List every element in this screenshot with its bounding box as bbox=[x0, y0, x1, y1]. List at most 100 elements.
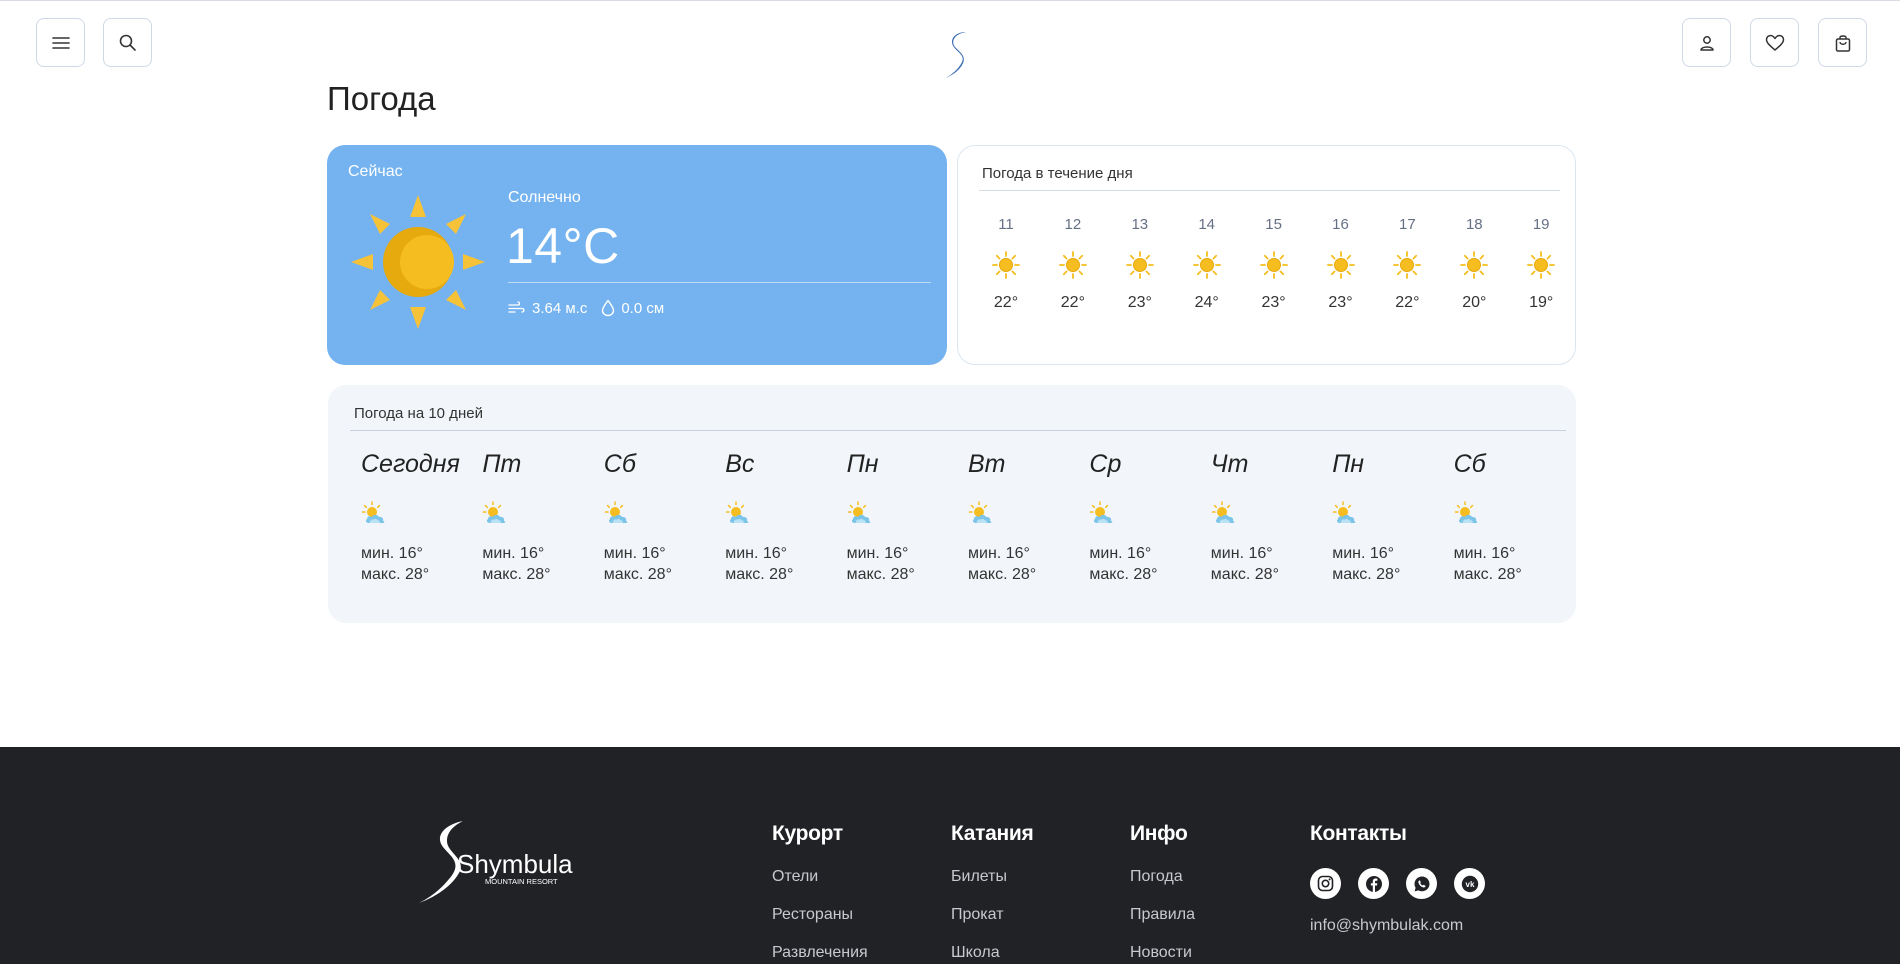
shopping-bag-icon bbox=[1835, 34, 1850, 52]
shymbulak-s-logo[interactable] bbox=[940, 28, 980, 80]
footer-link[interactable]: Правила bbox=[1130, 906, 1195, 924]
day-max-temperature: макс. 28° bbox=[846, 566, 915, 583]
footer-column-info: Инфо Погода Правила Новости bbox=[1130, 822, 1195, 964]
day-max-temperature: макс. 28° bbox=[1453, 566, 1522, 583]
day-name: Чт bbox=[1210, 450, 1249, 478]
hour-temperature: 20° bbox=[1462, 294, 1487, 311]
sun-icon bbox=[1526, 250, 1556, 280]
current-weather-card: Сейчас Солнечно 14°C 3.64 м.с 0.0 см bbox=[327, 145, 947, 365]
day-min-temperature: мин. 16° bbox=[361, 545, 423, 562]
hourly-item: 16 23° bbox=[1316, 216, 1366, 312]
day-max-temperature: макс. 28° bbox=[1210, 566, 1279, 583]
daily-forecast-item: Вс мин. 16° макс. 28° bbox=[725, 450, 840, 585]
whatsapp-icon bbox=[1414, 876, 1429, 891]
search-button[interactable] bbox=[103, 18, 152, 67]
day-max-temperature: макс. 28° bbox=[1089, 566, 1158, 583]
footer-link[interactable]: Погода bbox=[1130, 868, 1195, 886]
footer-link[interactable]: Билеты bbox=[951, 868, 1033, 886]
partly-cloudy-icon bbox=[968, 500, 996, 528]
day-min-temperature: мин. 16° bbox=[968, 545, 1030, 562]
wishlist-button[interactable] bbox=[1750, 18, 1799, 67]
hourly-item: 15 23° bbox=[1249, 216, 1299, 312]
partly-cloudy-icon bbox=[725, 500, 753, 528]
footer-logo-text: Shymbulak bbox=[457, 849, 573, 879]
partly-cloudy-icon bbox=[604, 500, 632, 528]
hourly-item: 12 22° bbox=[1048, 216, 1098, 312]
partly-cloudy-icon bbox=[1332, 500, 1360, 528]
current-meta: 3.64 м.с 0.0 см bbox=[508, 299, 664, 317]
partly-cloudy-icon bbox=[482, 500, 510, 528]
day-max-temperature: макс. 28° bbox=[361, 566, 430, 583]
current-temperature: 14°C bbox=[506, 218, 620, 274]
divider bbox=[350, 430, 1566, 431]
day-max-temperature: макс. 28° bbox=[968, 566, 1037, 583]
daily-forecast-item: Сб мин. 16° макс. 28° bbox=[1454, 450, 1569, 585]
hour-temperature: 19° bbox=[1529, 294, 1554, 311]
partly-cloudy-icon bbox=[361, 500, 389, 528]
footer-column-title: Контакты bbox=[1310, 822, 1407, 845]
account-button[interactable] bbox=[1682, 18, 1731, 67]
sun-icon bbox=[1259, 250, 1289, 280]
day-min-temperature: мин. 16° bbox=[1332, 545, 1395, 562]
daily-forecast-item: Пн мин. 16° макс. 28° bbox=[847, 450, 962, 585]
day-min-temperature: мин. 16° bbox=[725, 545, 788, 562]
footer-link[interactable]: Новости bbox=[1130, 944, 1195, 962]
sun-icon bbox=[1326, 250, 1356, 280]
day-name: Пн bbox=[846, 450, 879, 478]
cart-button[interactable] bbox=[1818, 18, 1867, 67]
partly-cloudy-icon bbox=[1454, 500, 1482, 528]
ten-day-forecast-card: Погода на 10 дней Сегодня мин. 16° макс. 2… bbox=[328, 385, 1576, 623]
footer-logo-subtext: MOUNTAIN RESORT bbox=[485, 877, 558, 886]
sun-icon bbox=[1459, 250, 1489, 280]
footer-link[interactable]: Школа bbox=[951, 944, 1033, 962]
hour-time: 19 bbox=[1532, 216, 1550, 233]
day-max-temperature: макс. 28° bbox=[603, 566, 672, 583]
hour-time: 12 bbox=[1064, 216, 1082, 233]
daily-forecast-item: Пн мин. 16° макс. 28° bbox=[1332, 450, 1447, 585]
search-icon bbox=[119, 34, 136, 51]
menu-button[interactable] bbox=[36, 18, 85, 67]
hour-temperature: 22° bbox=[1395, 294, 1420, 311]
heart-icon bbox=[1765, 34, 1784, 51]
daily-forecast-item: Сб мин. 16° макс. 28° bbox=[604, 450, 719, 585]
hourly-item: 19 19° bbox=[1516, 216, 1566, 312]
hourly-item: 18 20° bbox=[1449, 216, 1499, 312]
sun-icon bbox=[1058, 250, 1088, 280]
divider bbox=[979, 190, 1560, 191]
daily-forecast-item: Вт мин. 16° макс. 28° bbox=[968, 450, 1083, 585]
vk-link[interactable]: vk bbox=[1454, 868, 1485, 899]
facebook-link[interactable] bbox=[1358, 868, 1389, 899]
hourly-item: 14 24° bbox=[1182, 216, 1232, 312]
day-min-temperature: мин. 16° bbox=[603, 545, 666, 562]
hour-temperature: 22° bbox=[1060, 294, 1085, 311]
day-min-temperature: мин. 16° bbox=[482, 545, 545, 562]
footer-link[interactable]: Рестораны bbox=[772, 906, 868, 924]
hourly-forecast-title: Погода в течение дня bbox=[982, 165, 1133, 182]
footer-column-resort: Курорт Отели Рестораны Развлечения bbox=[772, 822, 868, 964]
day-min-temperature: мин. 16° bbox=[1210, 545, 1273, 562]
footer-column-contacts: Контакты vk info@shymbulak.com bbox=[1310, 822, 1485, 935]
hour-time: 11 bbox=[998, 216, 1014, 233]
ten-day-forecast-title: Погода на 10 дней bbox=[354, 405, 483, 422]
hour-time: 17 bbox=[1399, 216, 1416, 233]
footer-link[interactable]: Отели bbox=[772, 868, 868, 886]
day-name: Ср bbox=[1089, 450, 1122, 478]
instagram-icon bbox=[1317, 875, 1334, 892]
day-name: Вт bbox=[968, 450, 1006, 478]
daily-forecast-item: Чт мин. 16° макс. 28° bbox=[1211, 450, 1326, 585]
day-max-temperature: макс. 28° bbox=[1332, 566, 1401, 583]
whatsapp-link[interactable] bbox=[1406, 868, 1437, 899]
hour-time: 16 bbox=[1332, 216, 1349, 233]
instagram-link[interactable] bbox=[1310, 868, 1341, 899]
shymbulak-footer-logo[interactable]: Shymbulak MOUNTAIN RESORT bbox=[413, 817, 573, 907]
page-title: Погода bbox=[327, 80, 436, 117]
hour-temperature: 22° bbox=[993, 294, 1019, 311]
footer-link[interactable]: Развлечения bbox=[772, 944, 868, 962]
day-name: Пн bbox=[1332, 450, 1365, 478]
daily-forecast-item: Сегодня мин. 16° макс. 28° bbox=[361, 450, 476, 585]
footer-link[interactable]: Прокат bbox=[951, 906, 1033, 924]
contact-email[interactable]: info@shymbulak.com bbox=[1310, 917, 1485, 935]
daily-forecast-item: Ср мин. 16° макс. 28° bbox=[1089, 450, 1204, 585]
wind-info: 3.64 м.с bbox=[508, 300, 587, 317]
footer-column-skiing: Катания Билеты Прокат Школа bbox=[951, 822, 1034, 964]
